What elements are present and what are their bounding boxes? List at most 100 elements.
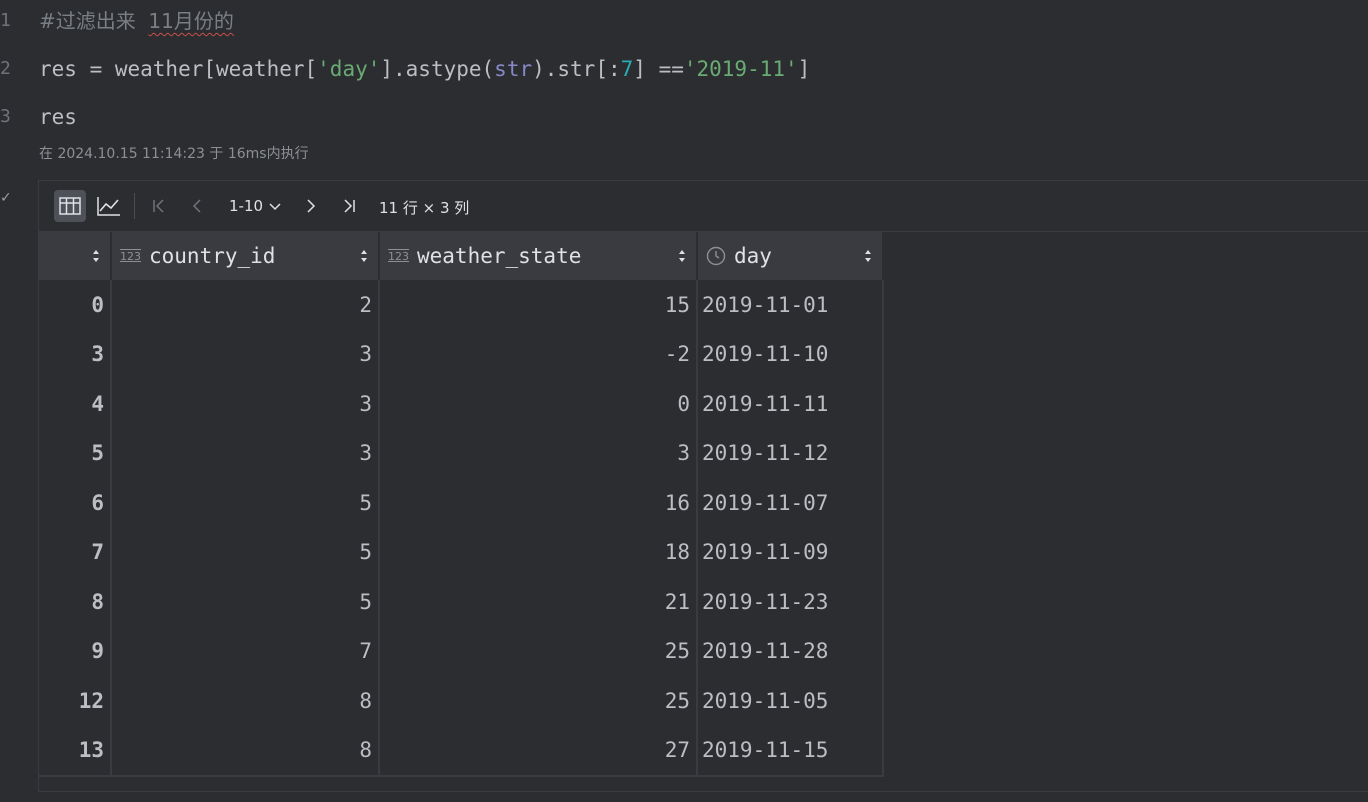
sort-icon[interactable]: [678, 248, 686, 264]
table-row[interactable]: 8 5 21 2019-11-23: [39, 577, 884, 627]
chevron-down-icon: [269, 202, 281, 210]
row-index-cell[interactable]: 6: [39, 478, 112, 528]
country-id-cell[interactable]: 3: [111, 329, 380, 379]
page-range-label: 1-10: [229, 197, 264, 215]
day-cell[interactable]: 2019-11-11: [697, 379, 884, 429]
execution-info: 在 2024.10.15 11:14:23 于 16ms内执行: [39, 146, 309, 162]
weather-state-cell[interactable]: 16: [379, 478, 698, 528]
code-token: res = weather[weather[: [39, 57, 318, 81]
table-view-button[interactable]: [54, 190, 86, 222]
weather-state-cell[interactable]: 25: [379, 626, 698, 676]
day-cell[interactable]: 2019-11-15: [697, 725, 884, 777]
country-id-cell[interactable]: 5: [111, 577, 380, 627]
line-number: 1: [0, 10, 11, 31]
table-row[interactable]: 6 5 16 2019-11-07: [39, 478, 884, 528]
chart-view-button[interactable]: [93, 190, 125, 222]
clock-icon: [706, 246, 726, 266]
code-line-3[interactable]: res: [39, 104, 77, 130]
table-shape: 11 行 × 3 列: [379, 199, 470, 217]
country-id-cell[interactable]: 8: [111, 676, 380, 726]
column-header-label: day: [734, 244, 772, 268]
numeric-type-icon: 123: [120, 249, 141, 263]
weather-state-cell[interactable]: 15: [379, 280, 698, 330]
day-cell[interactable]: 2019-11-09: [697, 527, 884, 577]
output-toolbar: 1-10 11 行 × 3 列: [39, 181, 1368, 232]
day-cell[interactable]: 2019-11-07: [697, 478, 884, 528]
row-index-cell[interactable]: 5: [39, 428, 112, 478]
last-page-button[interactable]: [333, 190, 365, 222]
chevron-right-icon: [307, 199, 316, 213]
table-row[interactable]: 12 8 25 2019-11-05: [39, 676, 884, 726]
numeric-type-icon: 123: [388, 249, 409, 263]
day-cell[interactable]: 2019-11-05: [697, 676, 884, 726]
row-index-cell[interactable]: 4: [39, 379, 112, 429]
weather-state-cell[interactable]: 18: [379, 527, 698, 577]
country-id-cell[interactable]: 5: [111, 478, 380, 528]
column-header-weather-state[interactable]: 123 weather_state: [379, 232, 698, 280]
table-row[interactable]: 7 5 18 2019-11-09: [39, 527, 884, 577]
column-header-country-id[interactable]: 123 country_id: [111, 232, 380, 280]
comment-text: 过滤出来: [55, 9, 136, 33]
first-page-button[interactable]: [143, 190, 175, 222]
sort-icon[interactable]: [92, 248, 100, 264]
day-cell[interactable]: 2019-11-01: [697, 280, 884, 330]
code-token: ).str[:: [532, 57, 621, 81]
code-token: ]: [797, 57, 811, 81]
weather-state-cell[interactable]: 25: [379, 676, 698, 726]
collapse-output-icon[interactable]: ✓: [0, 190, 12, 206]
row-index-cell[interactable]: 3: [39, 329, 112, 379]
weather-state-cell[interactable]: -2: [379, 329, 698, 379]
next-page-button[interactable]: [295, 190, 327, 222]
code-line-1[interactable]: #过滤出来 11月份的: [39, 8, 234, 34]
table-icon: [59, 197, 81, 215]
day-cell[interactable]: 2019-11-12: [697, 428, 884, 478]
first-page-icon: [153, 199, 164, 213]
page-range-dropdown[interactable]: 1-10: [229, 197, 282, 215]
day-cell[interactable]: 2019-11-10: [697, 329, 884, 379]
weather-state-cell[interactable]: 27: [379, 725, 698, 777]
country-id-cell[interactable]: 8: [111, 725, 380, 777]
weather-state-cell[interactable]: 21: [379, 577, 698, 627]
country-id-cell[interactable]: 7: [111, 626, 380, 676]
code-string: 'day': [317, 57, 381, 81]
comment-hash: #: [39, 9, 56, 33]
table-row[interactable]: 9 7 25 2019-11-28: [39, 626, 884, 676]
day-cell[interactable]: 2019-11-28: [697, 626, 884, 676]
row-index-cell[interactable]: 13: [39, 725, 112, 777]
index-header[interactable]: [39, 232, 112, 280]
table-row[interactable]: 0 2 15 2019-11-01: [39, 280, 884, 330]
row-index-cell[interactable]: 0: [39, 280, 112, 330]
line-chart-icon: [97, 197, 120, 216]
last-page-icon: [344, 199, 355, 213]
country-id-cell[interactable]: 2: [111, 280, 380, 330]
column-header-label: country_id: [149, 244, 276, 268]
table-row[interactable]: 5 3 3 2019-11-12: [39, 428, 884, 478]
table-row[interactable]: 4 3 0 2019-11-11: [39, 379, 884, 429]
column-header-day[interactable]: day: [697, 232, 884, 280]
country-id-cell[interactable]: 3: [111, 379, 380, 429]
code-line-2[interactable]: res = weather[weather['day'].astype(str)…: [39, 56, 810, 82]
day-cell[interactable]: 2019-11-23: [697, 577, 884, 627]
code-builtin: str: [494, 57, 533, 81]
row-index-cell[interactable]: 12: [39, 676, 112, 726]
line-number: 2: [0, 58, 11, 79]
row-index-cell[interactable]: 8: [39, 577, 112, 627]
code-token: ].astype(: [380, 57, 495, 81]
chevron-left-icon: [192, 199, 201, 213]
table-row[interactable]: 13 8 27 2019-11-15: [39, 725, 884, 777]
toolbar-divider: [134, 193, 135, 219]
dataframe-table: 123 country_id 123 weather_state day 0 2 15 2…: [39, 232, 884, 777]
table-row[interactable]: 3 3 -2 2019-11-10: [39, 329, 884, 379]
code-string: '2019-11': [683, 57, 798, 81]
row-index-cell[interactable]: 9: [39, 626, 112, 676]
previous-page-button[interactable]: [181, 190, 213, 222]
column-header-label: weather_state: [417, 244, 582, 268]
code-token: res: [39, 105, 77, 129]
sort-icon[interactable]: [864, 248, 872, 264]
country-id-cell[interactable]: 3: [111, 428, 380, 478]
country-id-cell[interactable]: 5: [111, 527, 380, 577]
sort-icon[interactable]: [360, 248, 368, 264]
weather-state-cell[interactable]: 0: [379, 379, 698, 429]
row-index-cell[interactable]: 7: [39, 527, 112, 577]
weather-state-cell[interactable]: 3: [379, 428, 698, 478]
